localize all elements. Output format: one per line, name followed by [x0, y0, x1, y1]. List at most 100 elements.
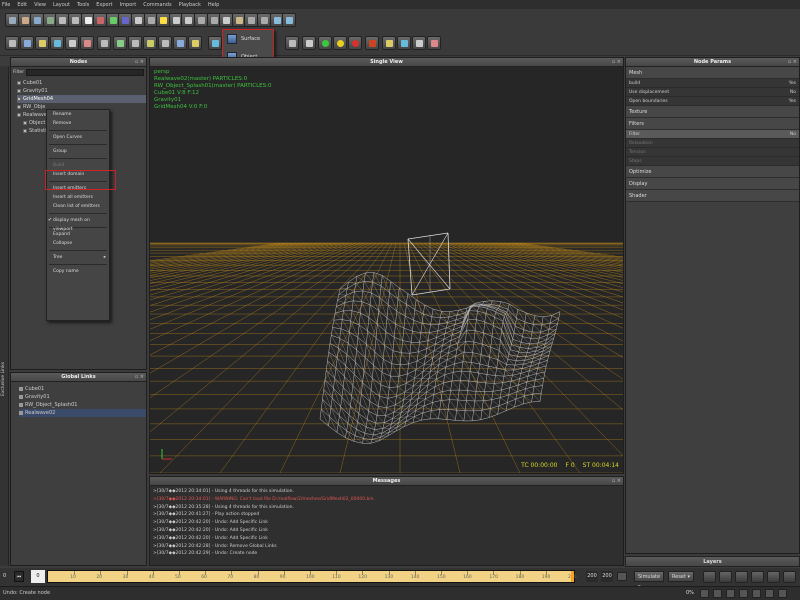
context-menu-item-clean-list-of-emitters[interactable]: Clean list of emitters	[47, 202, 109, 211]
tornado-icon[interactable]	[173, 36, 187, 50]
bitmap-emitter-icon[interactable]	[348, 36, 362, 50]
record-icon[interactable]	[700, 589, 709, 598]
square-emitter-icon[interactable]	[302, 36, 316, 50]
menu-tools[interactable]: Tools	[77, 2, 89, 8]
param-row[interactable]: Open boundaries Yes	[626, 97, 799, 106]
domain-icon[interactable]	[5, 36, 19, 50]
tree-node[interactable]: Gravity01	[17, 87, 146, 95]
cone-tool-icon[interactable]	[257, 13, 271, 27]
context-menu-item-tree[interactable]: Tree ▸	[47, 253, 109, 262]
rewind-icon[interactable]	[703, 571, 716, 583]
context-menu-item-collapse[interactable]: Collapse	[47, 239, 109, 248]
params-section-filters[interactable]: Filters	[626, 118, 799, 130]
mesh-build-icon[interactable]	[412, 36, 426, 50]
new-tool-icon[interactable]	[5, 13, 19, 27]
global-link-item[interactable]: Cube01	[19, 385, 146, 393]
end-frame-field-1[interactable]: 200	[586, 571, 598, 582]
params-section-texture[interactable]: Texture	[626, 106, 799, 118]
filter-input[interactable]	[26, 68, 144, 76]
context-menu-item-copy-name[interactable]: Copy name	[47, 267, 109, 276]
reset-dropdown[interactable]: Reset ▾	[668, 571, 694, 582]
noise-icon[interactable]	[113, 36, 127, 50]
param-value[interactable]: Yes	[789, 79, 796, 88]
param-value[interactable]: Yes	[789, 97, 796, 106]
menu-edit[interactable]: Edit	[17, 2, 27, 8]
step-back-icon[interactable]	[719, 571, 732, 583]
last-frame-icon[interactable]	[765, 589, 774, 598]
tree-node[interactable]: Cube01	[17, 79, 146, 87]
params-section-optimize[interactable]: Optimize	[626, 166, 799, 178]
menu-playback[interactable]: Playback	[179, 2, 201, 8]
next-frame-icon[interactable]	[752, 589, 761, 598]
timeline-start-field[interactable]: ⏮	[14, 571, 24, 582]
context-menu-item-open-curves[interactable]: Open Curves	[47, 133, 109, 142]
link-tool-icon[interactable]	[131, 13, 145, 27]
param-value[interactable]: No	[790, 88, 796, 97]
step-forward-icon[interactable]	[767, 571, 780, 583]
surface-tension-icon[interactable]	[208, 36, 222, 50]
params-section-shader[interactable]: Shader	[626, 190, 799, 202]
wind-icon[interactable]	[50, 36, 64, 50]
context-menu-item-insert-all-emitters[interactable]: Insert all emitters	[47, 193, 109, 202]
timeline-end-marker[interactable]	[571, 571, 574, 582]
end-frame-field-2[interactable]: 200	[601, 571, 613, 582]
timeline-options-icon[interactable]	[617, 572, 627, 581]
menu-commands[interactable]: Commands	[143, 2, 171, 8]
triangle-emitter-icon[interactable]	[318, 36, 332, 50]
menu-file[interactable]: File	[2, 2, 10, 8]
magnet-icon[interactable]	[188, 36, 202, 50]
circle-emitter-icon[interactable]	[285, 36, 299, 50]
global-link-item[interactable]: Realwave02	[19, 409, 146, 417]
exclusive-links-strip[interactable]: Exclusive Links	[0, 66, 9, 566]
loop-icon[interactable]	[778, 589, 787, 598]
object-emitter-icon[interactable]	[365, 36, 379, 50]
play-icon[interactable]	[751, 571, 764, 583]
daemon-icon[interactable]	[20, 36, 34, 50]
redo-tool-icon[interactable]	[68, 13, 82, 27]
param-row[interactable]: Use displacement No	[626, 88, 799, 97]
context-menu-item-display-mesh-on-viewport[interactable]: ✔ display mesh on viewport	[47, 216, 109, 232]
param-row[interactable]: Tension	[626, 148, 799, 157]
attractor-icon[interactable]	[80, 36, 94, 50]
context-menu-item-expand[interactable]: Expand	[47, 230, 109, 239]
play-status-icon[interactable]	[739, 589, 748, 598]
menu-layout[interactable]: Layout	[53, 2, 70, 8]
panel-controls-icon[interactable]: ▫ ×	[612, 58, 621, 67]
param-row[interactable]: Filter No	[626, 130, 799, 139]
stop-icon[interactable]	[735, 571, 748, 583]
timeline-track[interactable]: 10 20 30 40 50 60 70 80 90 100 110 120 130 140 150 160 1…	[47, 570, 577, 583]
param-row[interactable]: build Yes	[626, 79, 799, 88]
realwave-icon[interactable]	[397, 36, 411, 50]
first-frame-icon[interactable]	[713, 589, 722, 598]
vortex-icon[interactable]	[65, 36, 79, 50]
prev-frame-icon[interactable]	[726, 589, 735, 598]
menu-import[interactable]: Import	[120, 2, 137, 8]
menu-view[interactable]: View	[34, 2, 46, 8]
plane-tool-icon[interactable]	[194, 13, 208, 27]
param-value[interactable]: No	[790, 130, 796, 139]
context-menu-item-rename[interactable]: Rename	[47, 110, 109, 119]
panel-controls-icon[interactable]: ▫ ×	[135, 58, 144, 67]
fill-emitter-icon[interactable]	[382, 36, 396, 50]
param-row[interactable]: Relaxation	[626, 139, 799, 148]
fast-forward-icon[interactable]	[783, 571, 796, 583]
particles-tool-icon[interactable]	[282, 13, 297, 27]
simulate-dropdown[interactable]: Simulate ▾	[634, 571, 664, 590]
cylinder-emitter-icon[interactable]	[333, 36, 347, 50]
global-link-item[interactable]: RW_Object_Splash01	[19, 401, 146, 409]
context-menu-item-group[interactable]: Group	[47, 147, 109, 156]
menu-export[interactable]: Export	[96, 2, 112, 8]
param-row[interactable]: Steps	[626, 157, 799, 166]
surface-wave-icon[interactable]	[427, 36, 441, 50]
panel-controls-icon[interactable]: ▫ ×	[788, 58, 797, 67]
tree-node[interactable]: GridMesh04	[17, 95, 146, 103]
gravity-icon[interactable]	[35, 36, 49, 50]
cloud-icon[interactable]	[158, 36, 172, 50]
limbo-icon[interactable]	[128, 36, 142, 50]
global-link-item[interactable]: Gravity01	[19, 393, 146, 401]
kill-icon[interactable]	[143, 36, 157, 50]
menu-help[interactable]: Help	[208, 2, 219, 8]
params-section-mesh[interactable]: Mesh	[626, 67, 799, 79]
context-menu-item-remove[interactable]: Remove	[47, 119, 109, 128]
params-section-display[interactable]: Display	[626, 178, 799, 190]
